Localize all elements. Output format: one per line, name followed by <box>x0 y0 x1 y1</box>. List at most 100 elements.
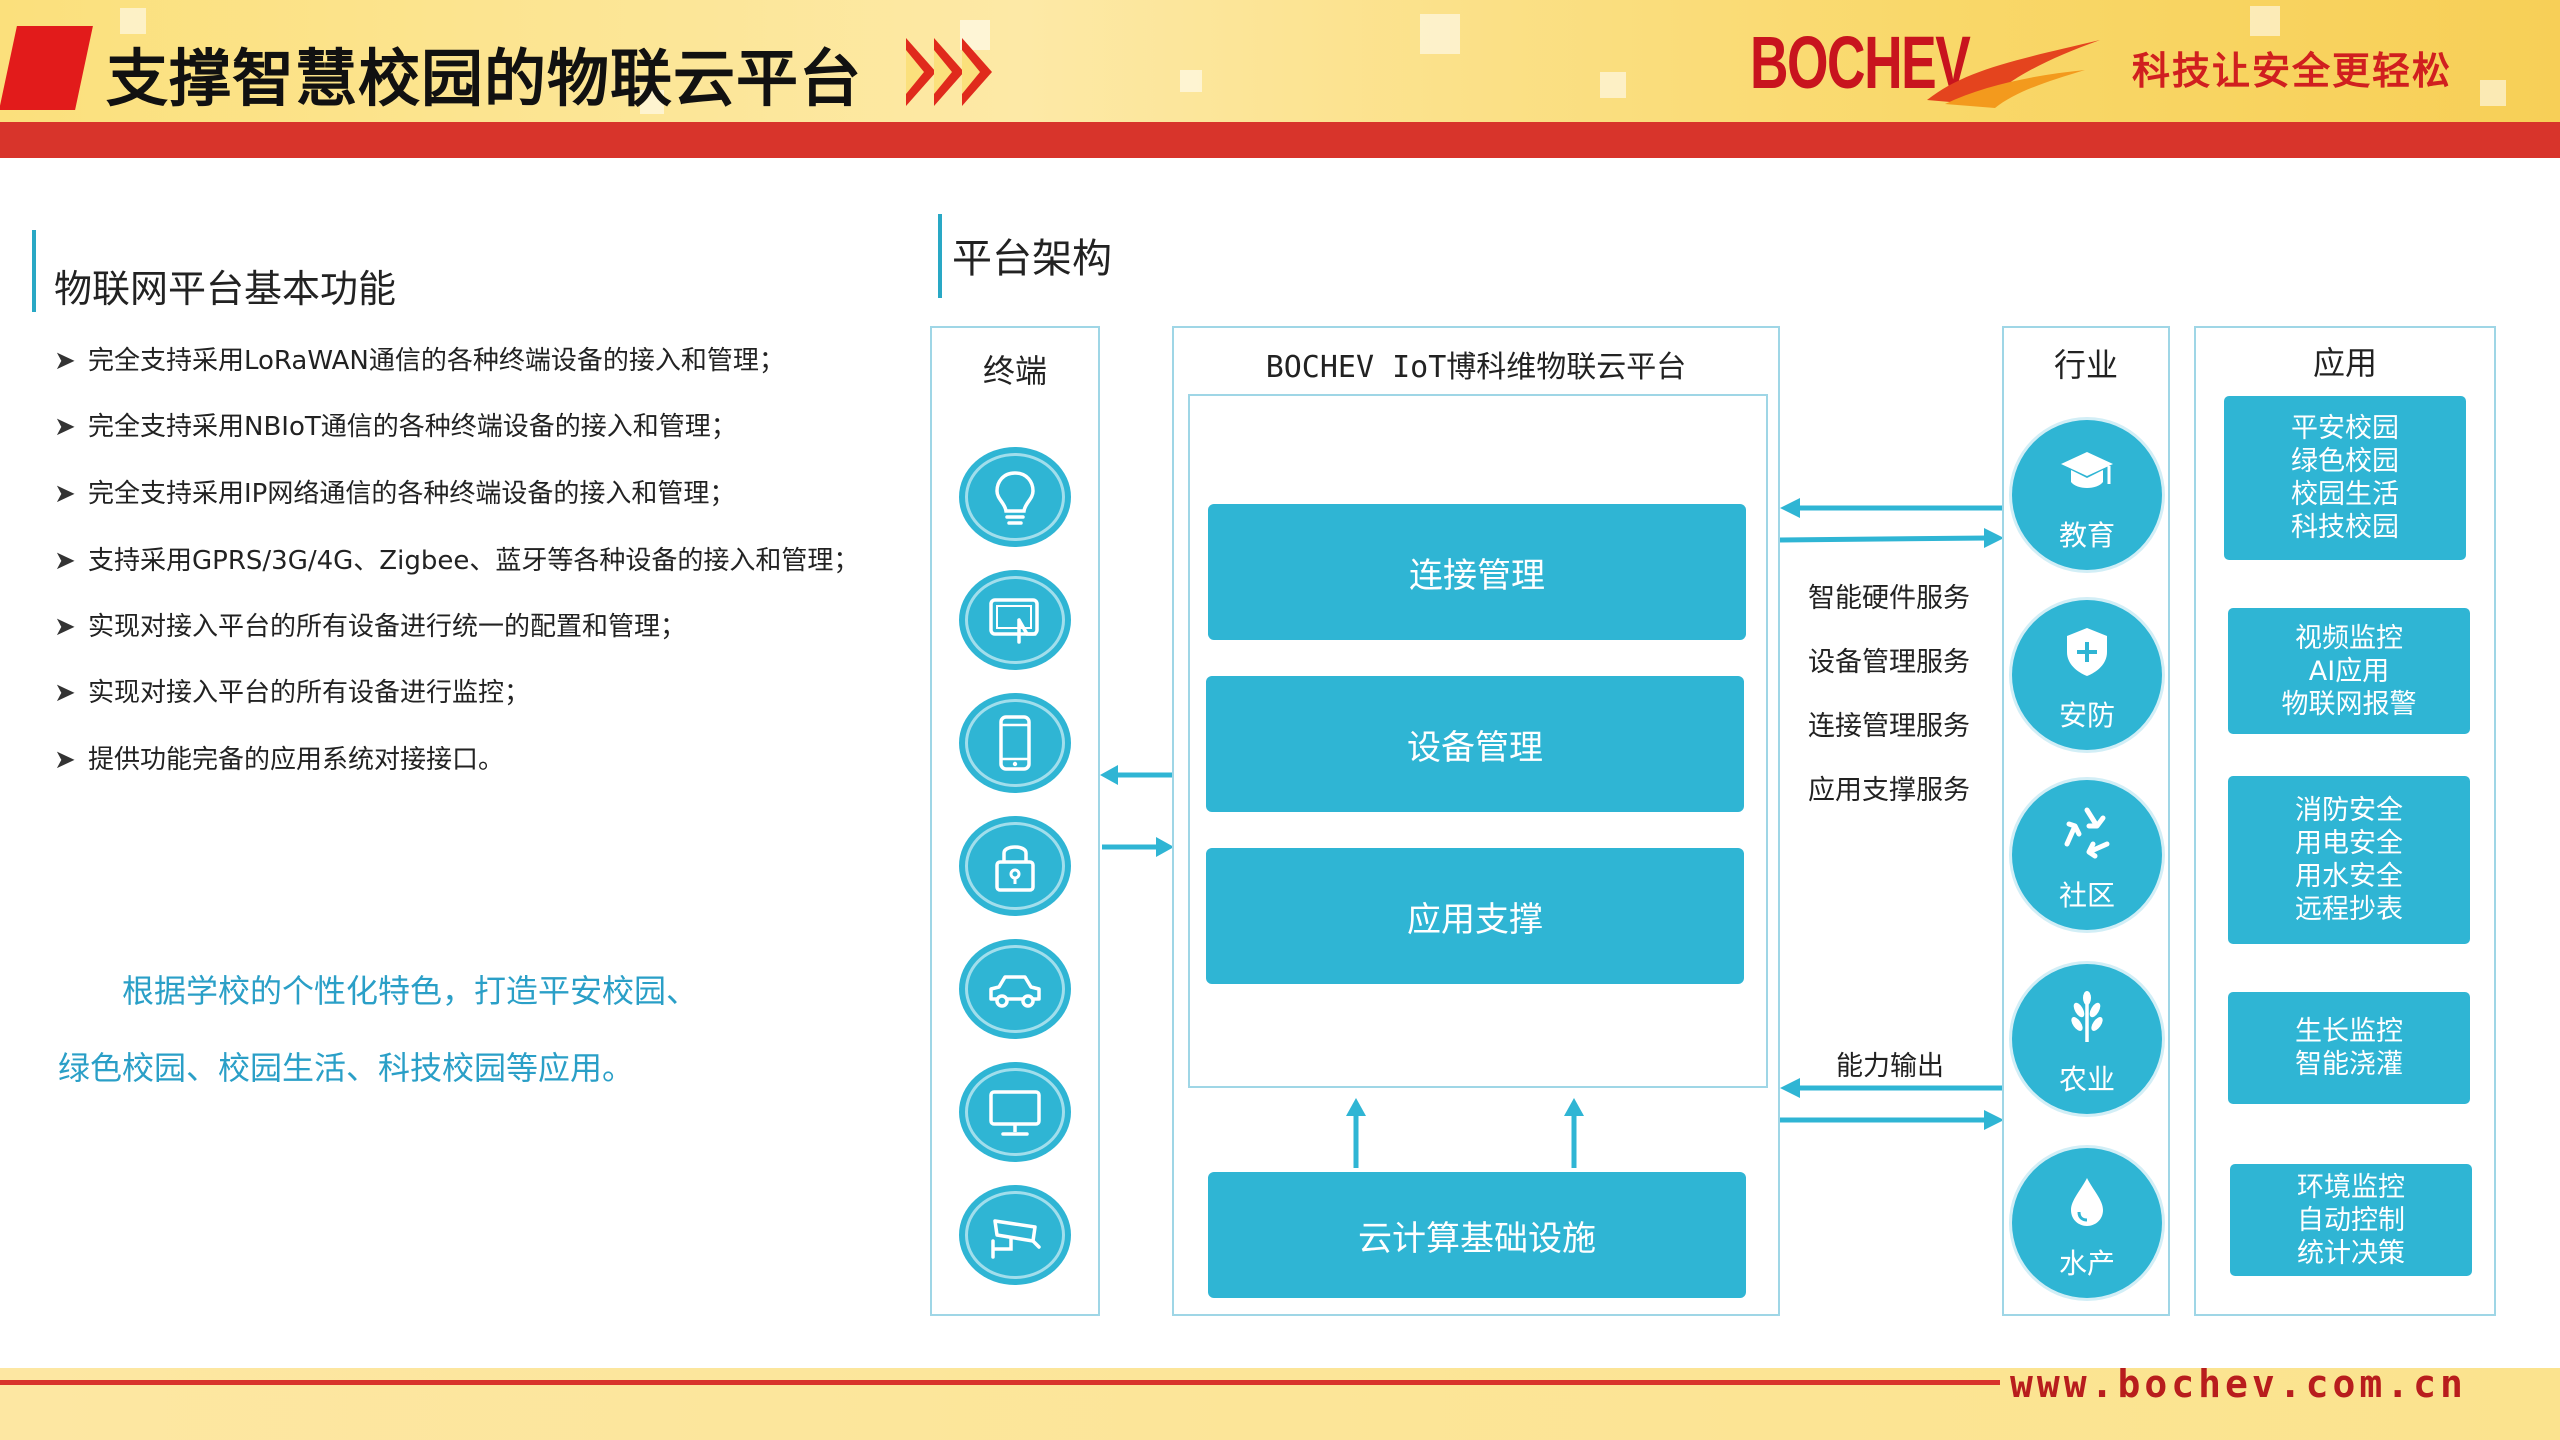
arrow-right-icon: ➤ <box>54 546 76 576</box>
industry-label: 安防 <box>2058 699 2115 732</box>
cloud-infrastructure[interactable]: 云计算基础设施 <box>1208 1172 1746 1298</box>
summary-text-line-1: 根据学校的个性化特色，打造平安校园、 <box>122 972 699 1010</box>
terminal-monitor[interactable] <box>959 1062 1071 1162</box>
app-item: 用电安全 <box>2295 828 2403 859</box>
list-item: ➤ 实现对接入平台的所有设备进行监控； <box>54 678 531 708</box>
slogan: 科技让安全更轻松 <box>2132 49 2453 93</box>
industry-community[interactable]: 社区 <box>2012 780 2162 930</box>
app-item: 生长监控 <box>2295 1016 2403 1047</box>
app-group-agriculture[interactable]: 生长监控 智能浇灌 <box>2228 992 2470 1104</box>
app-item: 用水安全 <box>2295 861 2403 892</box>
app-item: 自动控制 <box>2297 1204 2405 1236</box>
decor-square <box>1420 14 1460 54</box>
graduation-cap-icon <box>2061 452 2113 488</box>
service-label: 应用支撑服务 <box>1808 775 1970 806</box>
wheat-icon <box>2071 991 2103 1042</box>
diagram-heading: 平台架构 <box>952 236 1112 282</box>
industry-label: 教育 <box>2058 519 2115 552</box>
arrow-right-icon: ➤ <box>54 612 76 642</box>
list-item: ➤ 完全支持采用NBIoT通信的各种终端设备的接入和管理； <box>54 412 737 442</box>
monitor-icon <box>989 1090 1041 1136</box>
terminal-camera[interactable] <box>959 1185 1071 1285</box>
arrow-right-icon: ➤ <box>54 745 76 775</box>
flame-logo-icon <box>1927 40 2100 108</box>
module-device-management[interactable]: 设备管理 <box>1206 676 1744 812</box>
decor-square <box>1600 72 1626 98</box>
list-item: ➤ 完全支持采用LoRaWAN通信的各种终端设备的接入和管理； <box>54 346 785 376</box>
app-item: 绿色校园 <box>2291 446 2399 477</box>
terminal-lock[interactable] <box>959 816 1071 916</box>
industry-agriculture[interactable]: 农业 <box>2012 964 2162 1114</box>
section-accent-bar <box>938 214 942 298</box>
industries-title: 行业 <box>2053 346 2118 384</box>
terminals-title: 终端 <box>982 352 1047 390</box>
industry-label: 社区 <box>2058 879 2115 912</box>
section-heading: 物联网平台基本功能 <box>54 267 397 311</box>
decor-square <box>2250 6 2280 36</box>
terminal-lightbulb[interactable] <box>959 447 1071 547</box>
decor-square <box>2480 80 2506 106</box>
list-item: ➤ 支持采用GPRS/3G/4G、Zigbee、蓝牙等各种设备的接入和管理； <box>54 546 860 576</box>
app-group-safety[interactable]: 消防安全 用电安全 用水安全 远程抄表 <box>2228 776 2470 944</box>
service-label: 智能硬件服务 <box>1808 583 1970 614</box>
terminal-platform-arrows <box>1100 765 1174 857</box>
chevron-right-icon <box>934 38 964 106</box>
app-item: 消防安全 <box>2295 795 2403 826</box>
app-item: 远程抄表 <box>2295 894 2403 925</box>
app-group-campus[interactable]: 平安校园 绿色校园 校园生活 科技校园 <box>2224 396 2466 560</box>
chevron-right-icon <box>906 38 936 106</box>
platform-title: BOCHEV IoT博科维物联云平台 <box>1265 350 1687 385</box>
cctv-camera-icon <box>991 1219 1041 1259</box>
padlock-icon <box>995 845 1035 892</box>
app-item: 科技校园 <box>2291 512 2399 543</box>
list-item: ➤ 提供功能完备的应用系统对接接口。 <box>54 745 505 775</box>
app-item: 校园生活 <box>2291 479 2399 510</box>
summary-text-line-2: 绿色校园、校园生活、科技校园等应用。 <box>58 1049 635 1087</box>
arrow-right-icon: ➤ <box>54 678 76 708</box>
service-label: 设备管理服务 <box>1808 647 1970 678</box>
terminal-mobile[interactable] <box>959 693 1071 793</box>
mobile-phone-icon <box>999 715 1031 771</box>
lightbulb-icon <box>995 471 1035 525</box>
app-group-environment[interactable]: 环境监控 自动控制 统计决策 <box>2230 1164 2472 1276</box>
app-item: 环境监控 <box>2297 1171 2405 1203</box>
app-item: AI应用 <box>2308 655 2390 687</box>
arrow-right-icon: ➤ <box>54 479 76 509</box>
shield-icon <box>2067 628 2107 676</box>
industry-label: 农业 <box>2058 1063 2115 1096</box>
touch-screen-icon <box>989 598 1039 644</box>
industry-label: 水产 <box>2058 1247 2115 1280</box>
recycle-icon <box>2064 807 2110 859</box>
app-group-security[interactable]: 视频监控 AI应用 物联网报警 <box>2228 608 2470 734</box>
header-red-bar <box>0 122 2560 158</box>
arrow-right-icon: ➤ <box>54 346 76 376</box>
service-label: 连接管理服务 <box>1808 711 1970 742</box>
app-item: 统计决策 <box>2297 1237 2405 1269</box>
output-arrows <box>1780 1078 2004 1130</box>
applications-title: 应用 <box>2312 344 2377 382</box>
list-item: ➤ 完全支持采用IP网络通信的各种终端设备的接入和管理； <box>54 479 736 509</box>
module-application-support[interactable]: 应用支撑 <box>1206 848 1744 984</box>
infrastructure-up-arrows <box>1346 1098 1584 1168</box>
terminal-car[interactable] <box>959 939 1071 1039</box>
industry-security[interactable]: 安防 <box>2012 600 2162 750</box>
service-arrows <box>1780 498 2004 548</box>
module-connection-management[interactable]: 连接管理 <box>1208 504 1746 640</box>
page-title: 支撑智慧校园的物联云平台 <box>106 42 863 115</box>
app-item: 视频监控 <box>2295 622 2403 654</box>
footer-url[interactable]: www.bochev.com.cn <box>2010 1362 2467 1406</box>
app-item: 智能浇灌 <box>2295 1049 2403 1080</box>
footer-red-line <box>0 1380 2000 1385</box>
arrow-right-icon: ➤ <box>54 412 76 442</box>
decor-square <box>1180 70 1202 92</box>
terminal-touch-screen[interactable] <box>959 570 1071 670</box>
list-item: ➤ 实现对接入平台的所有设备进行统一的配置和管理； <box>54 612 687 642</box>
app-item: 平安校园 <box>2291 413 2399 444</box>
app-item: 物联网报警 <box>2281 688 2417 720</box>
industry-aquaculture[interactable]: 水产 <box>2012 1148 2162 1298</box>
chevron-right-icon <box>962 38 992 106</box>
car-icon <box>989 975 1041 1008</box>
industry-education[interactable]: 教育 <box>2012 420 2162 570</box>
section-accent-bar <box>32 230 36 312</box>
water-drop-icon <box>2071 1178 2103 1226</box>
